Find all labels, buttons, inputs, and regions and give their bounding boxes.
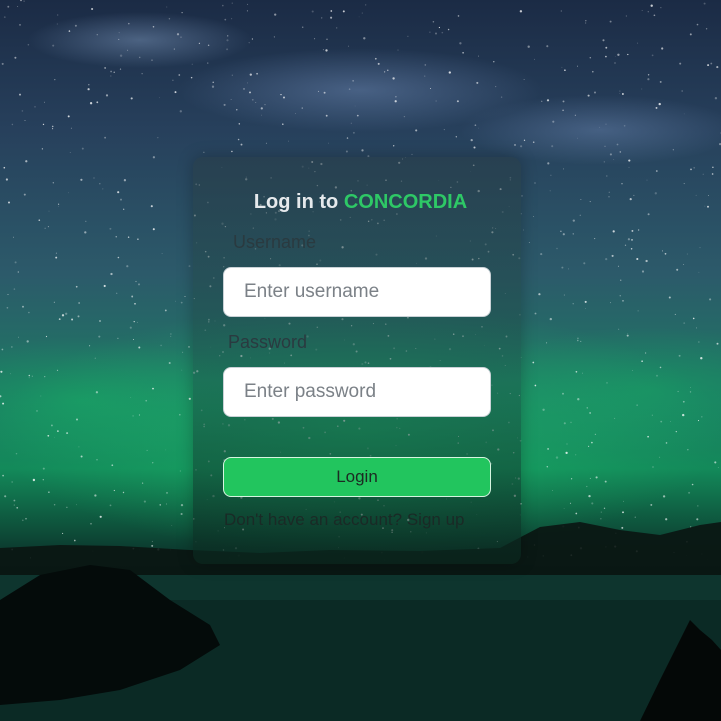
signup-link[interactable]: Sign up: [407, 510, 465, 529]
login-card: [193, 157, 521, 564]
signup-prompt: Don't have an account? Sign up: [224, 510, 465, 530]
login-title: Log in to CONCORDIA: [0, 191, 721, 214]
login-button[interactable]: Login: [223, 457, 491, 497]
username-input[interactable]: [223, 267, 491, 317]
password-label: Password: [228, 332, 308, 352]
title-prefix: Log in to: [253, 191, 339, 213]
brand-name: CONCORDIA: [343, 191, 468, 213]
username-label: Username: [233, 232, 317, 252]
night-sky-background: Log in to CONCORDIA Username Password Lo…: [0, 0, 721, 721]
password-input[interactable]: [223, 367, 491, 417]
signup-prompt-text: Don't have an account?: [224, 510, 403, 529]
